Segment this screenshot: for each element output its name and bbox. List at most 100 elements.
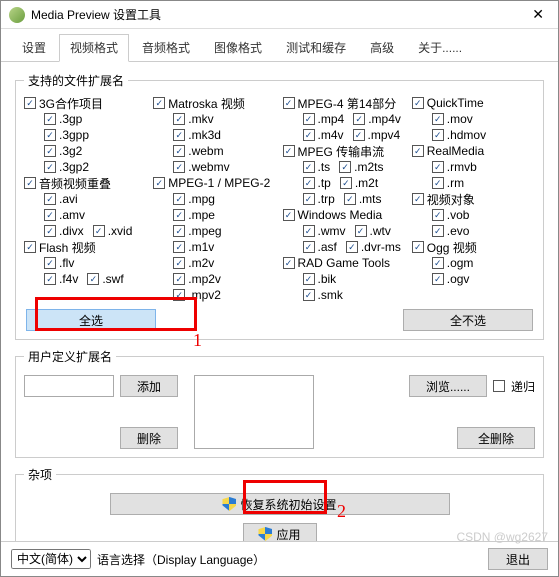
ext-checkbox[interactable] bbox=[412, 193, 424, 205]
ext-checkbox[interactable] bbox=[283, 209, 295, 221]
ext-checkbox[interactable] bbox=[283, 145, 295, 157]
close-icon[interactable]: ✕ bbox=[526, 6, 550, 23]
format-ext: .mp2v bbox=[173, 271, 276, 287]
ext-checkbox[interactable] bbox=[173, 113, 185, 125]
ext-checkbox[interactable] bbox=[346, 241, 358, 253]
ext-checkbox[interactable] bbox=[24, 241, 36, 253]
ext-checkbox[interactable] bbox=[432, 113, 444, 125]
ext-checkbox[interactable] bbox=[44, 161, 56, 173]
ext-checkbox[interactable] bbox=[87, 273, 99, 285]
ext-checkbox[interactable] bbox=[432, 161, 444, 173]
ext-checkbox[interactable] bbox=[340, 177, 352, 189]
ext-checkbox[interactable] bbox=[44, 257, 56, 269]
ext-checkbox[interactable] bbox=[24, 177, 36, 189]
tab-image[interactable]: 图像格式 bbox=[203, 34, 273, 62]
ext-checkbox[interactable] bbox=[173, 145, 185, 157]
format-group: 3G合作项目 bbox=[24, 95, 147, 111]
ext-label: .mov bbox=[447, 112, 473, 126]
ext-checkbox[interactable] bbox=[44, 145, 56, 157]
ext-checkbox[interactable] bbox=[303, 273, 315, 285]
tab-audio[interactable]: 音频格式 bbox=[131, 34, 201, 62]
ext-checkbox[interactable] bbox=[93, 225, 105, 237]
language-select[interactable]: 中文(简体) bbox=[11, 549, 91, 569]
ext-label: .evo bbox=[447, 224, 470, 238]
ext-checkbox[interactable] bbox=[44, 113, 56, 125]
ext-checkbox[interactable] bbox=[173, 273, 185, 285]
ext-checkbox[interactable] bbox=[44, 129, 56, 141]
ext-checkbox[interactable] bbox=[303, 161, 315, 173]
tab-settings[interactable]: 设置 bbox=[11, 34, 57, 62]
restore-button[interactable]: 恢复系统初始设置 bbox=[110, 493, 450, 515]
ext-checkbox[interactable] bbox=[432, 129, 444, 141]
ext-checkbox[interactable] bbox=[283, 97, 295, 109]
ext-checkbox[interactable] bbox=[173, 161, 185, 173]
ext-checkbox[interactable] bbox=[303, 241, 315, 253]
ext-checkbox[interactable] bbox=[24, 97, 36, 109]
format-ext: .asf.dvr-ms bbox=[303, 239, 406, 255]
add-button[interactable]: 添加 bbox=[120, 375, 178, 397]
ext-checkbox[interactable] bbox=[432, 273, 444, 285]
ext-checkbox[interactable] bbox=[44, 193, 56, 205]
ext-checkbox[interactable] bbox=[432, 177, 444, 189]
ext-checkbox[interactable] bbox=[353, 113, 365, 125]
ext-checkbox[interactable] bbox=[432, 225, 444, 237]
ext-checkbox[interactable] bbox=[303, 225, 315, 237]
format-group: RAD Game Tools bbox=[283, 255, 406, 271]
ext-checkbox[interactable] bbox=[412, 241, 424, 253]
ext-checkbox[interactable] bbox=[344, 193, 356, 205]
tab-test[interactable]: 测试和缓存 bbox=[275, 34, 357, 62]
ext-label: .mp2v bbox=[188, 272, 221, 286]
ext-checkbox[interactable] bbox=[339, 161, 351, 173]
ext-checkbox[interactable] bbox=[173, 241, 185, 253]
ext-label: .mpg bbox=[188, 192, 215, 206]
ext-checkbox[interactable] bbox=[355, 225, 367, 237]
ext-label: Ogg 视频 bbox=[427, 239, 477, 256]
ext-label: .webm bbox=[188, 144, 223, 158]
format-ext: .divx.xvid bbox=[44, 223, 147, 239]
ext-label: .rm bbox=[447, 176, 464, 190]
tab-advanced[interactable]: 高级 bbox=[359, 34, 405, 62]
ext-checkbox[interactable] bbox=[353, 129, 365, 141]
format-ext: .m4v.mpv4 bbox=[303, 127, 406, 143]
userext-input[interactable] bbox=[24, 375, 114, 397]
ext-checkbox[interactable] bbox=[44, 273, 56, 285]
format-ext: .3gp2 bbox=[44, 159, 147, 175]
ext-checkbox[interactable] bbox=[173, 193, 185, 205]
ext-checkbox[interactable] bbox=[173, 289, 185, 301]
delete-button[interactable]: 删除 bbox=[120, 427, 178, 449]
select-none-button[interactable]: 全不选 bbox=[403, 309, 533, 331]
format-ext: .mpv2 bbox=[173, 287, 276, 303]
ext-checkbox[interactable] bbox=[303, 177, 315, 189]
ext-checkbox[interactable] bbox=[412, 145, 424, 157]
ext-checkbox[interactable] bbox=[303, 113, 315, 125]
ext-checkbox[interactable] bbox=[283, 257, 295, 269]
ext-checkbox[interactable] bbox=[412, 97, 424, 109]
ext-label: RAD Game Tools bbox=[298, 256, 390, 270]
ext-checkbox[interactable] bbox=[303, 129, 315, 141]
delete-all-button[interactable]: 全删除 bbox=[457, 427, 535, 449]
ext-checkbox[interactable] bbox=[173, 257, 185, 269]
browse-button[interactable]: 浏览...... bbox=[409, 375, 487, 397]
ext-label: .m2ts bbox=[354, 160, 383, 174]
ext-label: .ts bbox=[318, 160, 331, 174]
userext-list[interactable] bbox=[194, 375, 314, 449]
ext-label: .3gpp bbox=[59, 128, 89, 142]
ext-checkbox[interactable] bbox=[44, 209, 56, 221]
ext-checkbox[interactable] bbox=[432, 209, 444, 221]
select-all-button[interactable]: 全选 bbox=[26, 309, 156, 331]
ext-checkbox[interactable] bbox=[153, 97, 165, 109]
format-ext: .tp.m2t bbox=[303, 175, 406, 191]
ext-checkbox[interactable] bbox=[432, 257, 444, 269]
ext-checkbox[interactable] bbox=[303, 289, 315, 301]
ext-checkbox[interactable] bbox=[153, 177, 165, 189]
apply-button[interactable]: 应用 bbox=[243, 523, 317, 541]
ext-checkbox[interactable] bbox=[173, 225, 185, 237]
ext-checkbox[interactable] bbox=[173, 129, 185, 141]
ext-checkbox[interactable] bbox=[44, 225, 56, 237]
exit-button[interactable]: 退出 bbox=[488, 548, 548, 570]
ext-checkbox[interactable] bbox=[173, 209, 185, 221]
tab-video[interactable]: 视频格式 bbox=[59, 34, 129, 62]
tab-about[interactable]: 关于...... bbox=[407, 34, 473, 62]
ext-checkbox[interactable] bbox=[303, 193, 315, 205]
recursive-checkbox[interactable] bbox=[493, 380, 505, 392]
